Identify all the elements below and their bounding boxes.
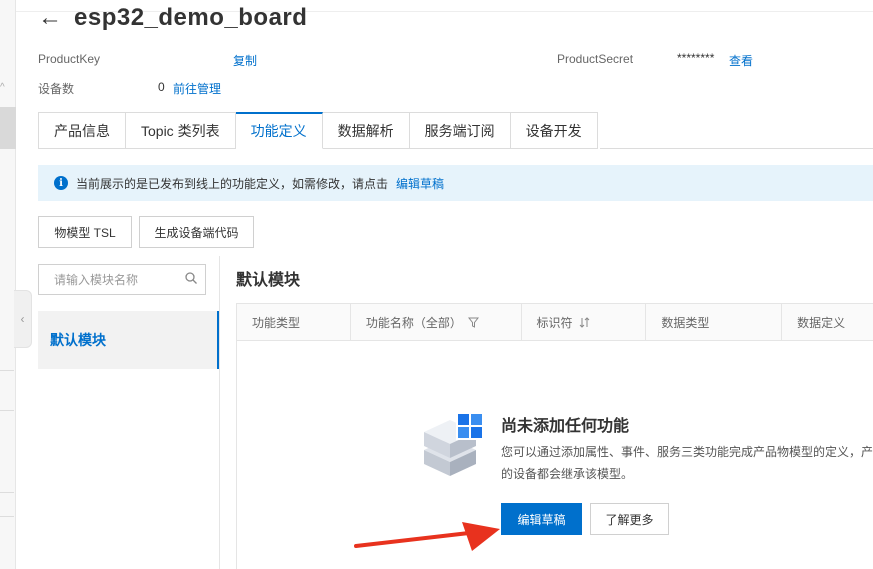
column-header: 功能类型 bbox=[237, 304, 351, 340]
edit-draft-button[interactable]: 编辑草稿 bbox=[501, 503, 582, 535]
info-icon: i bbox=[54, 176, 68, 190]
column-header: 数据类型 bbox=[646, 304, 783, 340]
table-header: 功能类型 功能名称（全部） 标识符 数据类型 数据定义 bbox=[236, 303, 873, 341]
product-secret-value: ******** bbox=[677, 51, 715, 65]
sidebar-selected-item[interactable] bbox=[0, 107, 16, 149]
device-count-label: 设备数 bbox=[38, 82, 75, 96]
tab-server-subscription[interactable]: 服务端订阅 bbox=[409, 112, 511, 149]
page: ^ ‹ ← esp32_demo_board ProductKey 复制 设备数… bbox=[0, 0, 873, 569]
chevron-left-icon: ‹ bbox=[20, 312, 25, 326]
annotation-arrow-icon bbox=[354, 522, 500, 551]
product-key-label: ProductKey bbox=[38, 52, 101, 66]
info-notice: i 当前展示的是已发布到线上的功能定义，如需修改，请点击 编辑草稿 bbox=[38, 165, 873, 201]
product-secret-label: ProductSecret bbox=[557, 52, 634, 66]
page-header: ← esp32_demo_board bbox=[38, 0, 307, 36]
section-title: 默认模块 bbox=[236, 272, 301, 289]
tab-device-development[interactable]: 设备开发 bbox=[510, 112, 598, 149]
module-list-item[interactable]: 默认模块 bbox=[38, 311, 220, 369]
tab-bar: 产品信息 Topic 类列表 功能定义 数据解析 服务端订阅 设备开发 bbox=[38, 112, 598, 149]
sidebar-divider bbox=[0, 492, 14, 493]
tab-function-definition[interactable]: 功能定义 bbox=[235, 112, 323, 149]
sidebar-collapse-toggle[interactable]: ‹ bbox=[14, 290, 32, 348]
column-label: 数据定义 bbox=[797, 315, 846, 330]
empty-desc-line: 您可以通过添加属性、事件、服务三类功能完成产品物模型的定义，产品 bbox=[501, 445, 873, 459]
back-arrow-icon[interactable]: ← bbox=[38, 6, 62, 30]
search-icon[interactable] bbox=[185, 272, 197, 284]
notice-text: 当前展示的是已发布到线上的功能定义，如需修改，请点击 bbox=[76, 176, 389, 191]
learn-more-button[interactable]: 了解更多 bbox=[590, 503, 669, 535]
module-search-input[interactable]: 请输入模块名称 bbox=[38, 264, 206, 295]
column-label: 数据类型 bbox=[661, 315, 710, 330]
module-search-placeholder: 请输入模块名称 bbox=[54, 273, 139, 287]
empty-state-title: 尚未添加任何功能 bbox=[501, 418, 630, 435]
tsl-button[interactable]: 物模型 TSL bbox=[38, 216, 132, 248]
sidebar-divider bbox=[0, 516, 14, 517]
column-label: 标识符 bbox=[536, 315, 573, 330]
generate-device-code-button[interactable]: 生成设备端代码 bbox=[139, 216, 254, 248]
empty-desc-line: 的设备都会继承该模型。 bbox=[501, 467, 634, 481]
product-key-copy-link[interactable]: 复制 bbox=[233, 52, 257, 69]
tab-data-parsing[interactable]: 数据解析 bbox=[322, 112, 410, 149]
tab-product-info[interactable]: 产品信息 bbox=[38, 112, 126, 149]
chevron-icon: ^ bbox=[0, 82, 5, 93]
tab-topic-list[interactable]: Topic 类列表 bbox=[126, 112, 236, 149]
filter-icon[interactable] bbox=[467, 317, 479, 328]
column-header: 数据定义 bbox=[782, 304, 873, 340]
empty-box-icon bbox=[424, 412, 484, 476]
sidebar-edge: ^ bbox=[0, 0, 16, 569]
sort-icon[interactable] bbox=[579, 316, 591, 328]
panel-divider bbox=[219, 256, 220, 569]
device-manage-link[interactable]: 前往管理 bbox=[173, 80, 221, 97]
sidebar-divider bbox=[0, 370, 14, 371]
tab-bar-divider bbox=[600, 148, 873, 149]
page-title: esp32_demo_board bbox=[74, 4, 308, 31]
product-secret-view-link[interactable]: 查看 bbox=[729, 52, 753, 69]
column-label: 功能类型 bbox=[252, 315, 301, 330]
empty-state-description: 您可以通过添加属性、事件、服务三类功能完成产品物模型的定义，产品 的设备都会继承… bbox=[501, 441, 873, 485]
column-header[interactable]: 功能名称（全部） bbox=[351, 304, 522, 340]
notice-edit-draft-link[interactable]: 编辑草稿 bbox=[396, 175, 444, 192]
column-header[interactable]: 标识符 bbox=[522, 304, 647, 340]
sidebar-divider bbox=[0, 410, 14, 411]
device-count-value: 0 bbox=[158, 80, 165, 94]
column-label: 功能名称（全部） bbox=[365, 315, 462, 330]
